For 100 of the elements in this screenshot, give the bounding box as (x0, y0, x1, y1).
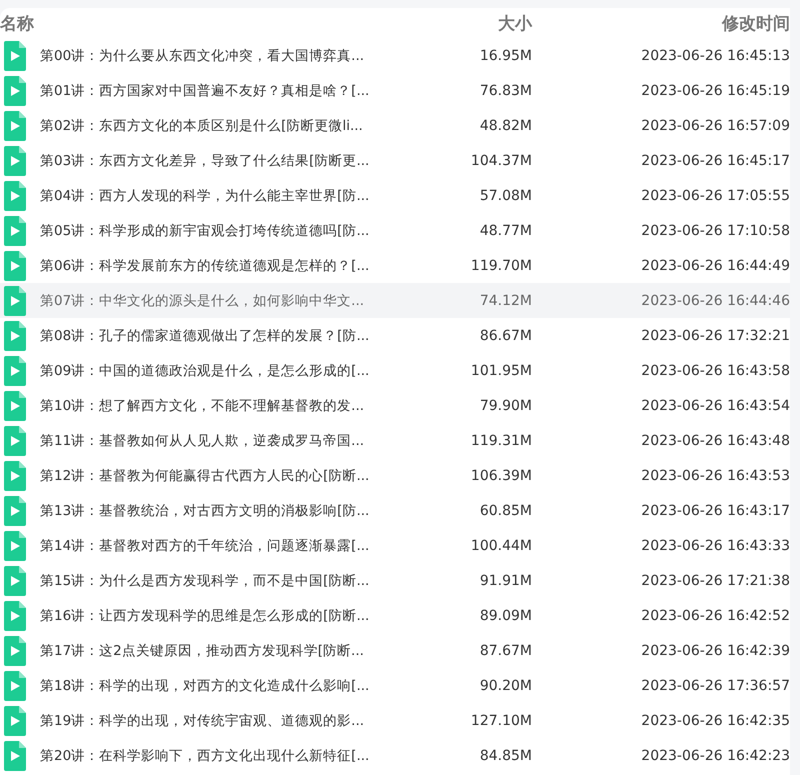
file-size: 104.37M (470, 152, 532, 168)
modified-time: 2023-06-26 16:43:58 (640, 362, 790, 378)
file-row[interactable]: 第02讲：东西方文化的本质区别是什么[防断更微li... 48.82M 2023-06-26 16:57:09 (0, 108, 790, 143)
modified-time: 2023-06-26 16:43:54 (640, 398, 790, 414)
file-row[interactable]: 第15讲：为什么是西方发现科学，而不是中国[防断... 91.91M 2023-06-26 17:21:38 (0, 563, 790, 598)
video-file-icon (4, 636, 26, 666)
video-file-icon (4, 600, 26, 630)
modified-time: 2023-06-26 16:44:49 (640, 258, 790, 274)
file-size: 90.20M (478, 678, 532, 694)
file-name: 第11讲：基督教如何从人见人欺，逆袭成罗马帝国... (40, 432, 364, 450)
file-row[interactable]: 第09讲：中国的道德政治观是什么，是怎么形成的[... 101.95M 2023-06-26 16:43:58 (0, 353, 790, 388)
modified-time: 2023-06-26 17:05:55 (640, 188, 790, 204)
file-row[interactable]: 第18讲：科学的出现，对西方的文化造成什么影响[... 90.20M 2023-06-26 17:36:57 (0, 668, 790, 703)
modified-time: 2023-06-26 16:42:23 (640, 748, 790, 764)
modified-time: 2023-06-26 16:45:13 (640, 48, 790, 64)
file-name: 第12讲：基督教为何能赢得古代西方人民的心[防断... (40, 466, 370, 484)
video-file-icon (4, 530, 26, 560)
file-name: 第14讲：基督教对西方的千年统治，问题逐渐暴露[... (40, 536, 370, 554)
video-file-icon (4, 460, 26, 490)
file-row[interactable]: 第20讲：在科学影响下，西方文化出现什么新特征[... 84.85M 2023-06-26 16:42:23 (0, 738, 790, 773)
file-row[interactable]: 第00讲：为什么要从东西文化冲突，看大国博弈真... 16.95M 2023-06-26 16:45:13 (0, 38, 790, 73)
video-file-icon (4, 740, 26, 770)
file-row[interactable]: 第04讲：西方人发现的科学，为什么能主宰世界[防... 57.08M 2023-06-26 17:05:55 (0, 178, 790, 213)
modified-time: 2023-06-26 17:32:21 (640, 328, 790, 344)
video-file-icon (4, 286, 26, 316)
video-file-icon (4, 76, 26, 106)
file-name: 第10讲：想了解西方文化，不能不理解基督教的发... (40, 396, 364, 414)
video-file-icon (4, 40, 26, 70)
file-size: 106.39M (470, 468, 532, 484)
file-row[interactable]: 第16讲：让西方发现科学的思维是怎么形成的[防断... 89.09M 2023-06-26 16:42:52 (0, 598, 790, 633)
file-row[interactable]: 第06讲：科学发展前东方的传统道德观是怎样的？[... 119.70M 2023-06-26 16:44:49 (0, 248, 790, 283)
video-file-icon (4, 706, 26, 736)
video-file-icon (4, 320, 26, 350)
file-size: 100.44M (470, 538, 532, 554)
file-size: 119.31M (470, 432, 532, 448)
file-size: 89.09M (478, 608, 532, 624)
file-name: 第01讲：西方国家对中国普遍不友好？真相是啥？[... (40, 82, 370, 100)
file-row[interactable]: 第01讲：西方国家对中国普遍不友好？真相是啥？[... 76.83M 2023-06-26 16:45:19 (0, 73, 790, 108)
file-size: 101.95M (470, 362, 532, 378)
file-size: 91.91M (478, 572, 532, 588)
video-file-icon (4, 670, 26, 700)
video-file-icon (4, 250, 26, 280)
file-name: 第16讲：让西方发现科学的思维是怎么形成的[防断... (40, 606, 370, 624)
file-name: 第03讲：东西方文化差异，导致了什么结果[防断更... (40, 152, 370, 170)
modified-time: 2023-06-26 16:42:35 (640, 712, 790, 728)
file-size: 16.95M (478, 48, 532, 64)
file-name: 第02讲：东西方文化的本质区别是什么[防断更微li... (40, 116, 363, 134)
video-file-icon (4, 216, 26, 246)
file-size: 79.90M (478, 398, 532, 414)
video-file-icon (4, 146, 26, 176)
file-name: 第07讲：中华文化的源头是什么，如何影响中华文... (40, 292, 364, 310)
video-file-icon (4, 180, 26, 210)
file-size: 86.67M (478, 328, 532, 344)
file-name: 第18讲：科学的出现，对西方的文化造成什么影响[... (40, 676, 370, 694)
file-name: 第04讲：西方人发现的科学，为什么能主宰世界[防... (40, 186, 370, 204)
file-name: 第00讲：为什么要从东西文化冲突，看大国博弈真... (40, 46, 364, 64)
file-row[interactable]: 第05讲：科学形成的新宇宙观会打垮传统道德吗[防... 48.77M 2023-06-26 17:10:58 (0, 213, 790, 248)
modified-time: 2023-06-26 16:43:53 (640, 468, 790, 484)
video-file-icon (4, 356, 26, 386)
file-name: 第15讲：为什么是西方发现科学，而不是中国[防断... (40, 572, 370, 590)
file-size: 48.82M (478, 118, 532, 134)
file-name: 第20讲：在科学影响下，西方文化出现什么新特征[... (40, 746, 370, 764)
video-file-icon (4, 566, 26, 596)
column-header[interactable]: 名称 (0, 12, 390, 34)
file-name: 第13讲：基督教统治，对古西方文明的消极影响[防... (40, 502, 370, 520)
modified-time: 2023-06-26 16:43:33 (640, 538, 790, 554)
modified-time: 2023-06-26 16:44:46 (640, 292, 790, 308)
modified-time: 2023-06-26 17:10:58 (640, 222, 790, 238)
file-row[interactable]: 第14讲：基督教对西方的千年统治，问题逐渐暴露[... 100.44M 2023-06-26 16:43:33 (0, 528, 790, 563)
file-name: 第08讲：孔子的儒家道德观做出了怎样的发展？[防... (40, 326, 370, 344)
column-header[interactable]: 修改时间 (532, 12, 790, 34)
video-file-icon (4, 390, 26, 420)
file-name: 第09讲：中国的道德政治观是什么，是怎么形成的[... (40, 362, 370, 380)
file-name: 第06讲：科学发展前东方的传统道德观是怎样的？[... (40, 256, 370, 274)
file-size: 57.08M (478, 188, 532, 204)
file-size: 119.70M (470, 258, 532, 274)
file-row[interactable]: 第11讲：基督教如何从人见人欺，逆袭成罗马帝国... 119.31M 2023-06-26 16:43:48 (0, 423, 790, 458)
file-row[interactable]: 第07讲：中华文化的源头是什么，如何影响中华文... 74.12M 2023-06-26 16:44:46 (0, 283, 790, 318)
modified-time: 2023-06-26 16:45:17 (640, 152, 790, 168)
file-row[interactable]: 第08讲：孔子的儒家道德观做出了怎样的发展？[防... 86.67M 2023-06-26 17:32:21 (0, 318, 790, 353)
file-row[interactable]: 第10讲：想了解西方文化，不能不理解基督教的发... 79.90M 2023-06-26 16:43:54 (0, 388, 790, 423)
modified-time: 2023-06-26 16:57:09 (640, 118, 790, 134)
modified-time: 2023-06-26 16:43:48 (640, 432, 790, 448)
file-size: 87.67M (478, 642, 532, 658)
file-size: 74.12M (478, 292, 532, 308)
file-row[interactable]: 第03讲：东西方文化差异，导致了什么结果[防断更... 104.37M 2023-06-26 16:45:17 (0, 143, 790, 178)
file-name: 第17讲：这2点关键原因，推动西方发现科学[防断... (40, 642, 364, 660)
modified-time: 2023-06-26 17:21:38 (640, 572, 790, 588)
file-size: 48.77M (478, 222, 532, 238)
file-size: 84.85M (478, 748, 532, 764)
file-row[interactable]: 第17讲：这2点关键原因，推动西方发现科学[防断... 87.67M 2023-06-26 16:42:39 (0, 633, 790, 668)
file-row[interactable]: 第13讲：基督教统治，对古西方文明的消极影响[防... 60.85M 2023-06-26 16:43:17 (0, 493, 790, 528)
file-row[interactable]: 第19讲：科学的出现，对传统宇宙观、道德观的影... 127.10M 2023-06-26 16:42:35 (0, 703, 790, 738)
file-name: 第19讲：科学的出现，对传统宇宙观、道德观的影... (40, 712, 364, 730)
video-file-icon (4, 496, 26, 526)
file-size: 76.83M (478, 82, 532, 98)
video-file-icon (4, 110, 26, 140)
column-header[interactable]: 大小 (390, 12, 532, 34)
file-row[interactable]: 第12讲：基督教为何能赢得古代西方人民的心[防断... 106.39M 2023-06-26 16:43:53 (0, 458, 790, 493)
video-file-icon (4, 426, 26, 456)
